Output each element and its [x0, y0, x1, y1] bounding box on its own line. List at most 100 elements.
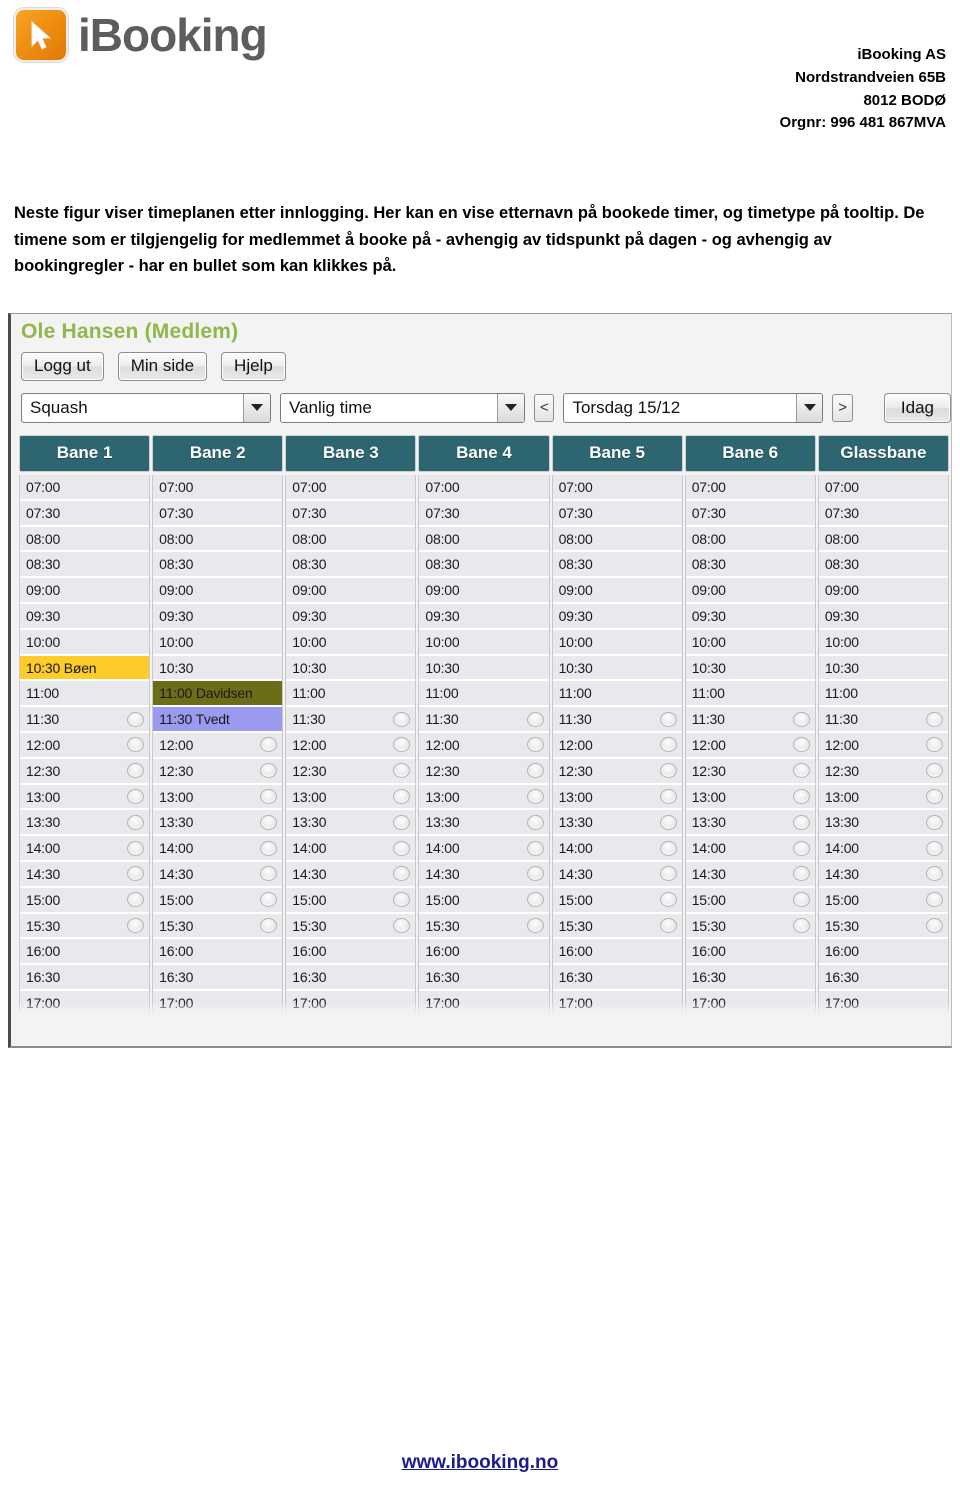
time-slot[interactable]: 09:30 [685, 604, 815, 630]
time-slot[interactable]: 08:30 [153, 552, 283, 579]
time-slot[interactable]: 08:30 [20, 552, 150, 579]
time-slot[interactable]: 15:00 [153, 887, 283, 914]
time-slot[interactable]: 09:00 [286, 578, 416, 605]
time-slot[interactable]: 11:00 [818, 681, 948, 708]
time-slot[interactable]: 11:30 [685, 707, 815, 734]
book-bullet-icon[interactable] [127, 789, 145, 805]
book-bullet-icon[interactable] [393, 918, 411, 934]
time-slot[interactable]: 14:30 [818, 862, 948, 888]
time-slot[interactable]: 09:00 [552, 578, 682, 605]
time-slot[interactable]: 10:30 [286, 655, 416, 682]
time-slot[interactable]: 15:30 [818, 913, 948, 940]
time-slot[interactable]: 16:30 [685, 965, 815, 992]
book-bullet-icon[interactable] [127, 866, 145, 882]
time-slot[interactable]: 07:00 [818, 475, 948, 501]
time-slot[interactable]: 14:30 [20, 862, 150, 888]
time-slot[interactable]: 08:30 [552, 552, 682, 579]
time-slot[interactable]: 13:00 [685, 784, 815, 811]
time-slot[interactable]: 13:30 [20, 810, 150, 837]
time-slot[interactable]: 12:00 [818, 733, 948, 759]
time-slot[interactable]: 07:00 [20, 475, 150, 501]
time-slot[interactable]: 17:00 [685, 991, 815, 1017]
book-bullet-icon[interactable] [393, 892, 411, 908]
time-slot[interactable]: 11:30 [286, 707, 416, 734]
time-slot[interactable]: 11:00 [552, 681, 682, 708]
book-bullet-icon[interactable] [659, 840, 677, 856]
time-slot[interactable]: 15:00 [552, 887, 682, 914]
book-bullet-icon[interactable] [659, 763, 677, 779]
time-slot[interactable]: 08:30 [685, 552, 815, 579]
book-bullet-icon[interactable] [526, 789, 544, 805]
time-slot[interactable]: 12:00 [419, 733, 549, 759]
book-bullet-icon[interactable] [526, 918, 544, 934]
time-slot[interactable]: 10:30 [818, 655, 948, 682]
time-slot[interactable]: 13:30 [685, 810, 815, 837]
book-bullet-icon[interactable] [393, 763, 411, 779]
chevron-down-icon[interactable] [243, 393, 270, 422]
time-slot[interactable]: 13:30 [419, 810, 549, 837]
book-bullet-icon[interactable] [925, 840, 943, 856]
time-slot[interactable]: 14:30 [685, 862, 815, 888]
book-bullet-icon[interactable] [393, 789, 411, 805]
time-slot[interactable]: 16:30 [286, 965, 416, 992]
next-day-button[interactable]: > [832, 393, 853, 422]
time-slot[interactable]: 17:00 [552, 991, 682, 1017]
time-slot[interactable]: 09:30 [153, 604, 283, 630]
time-slot[interactable]: 14:30 [286, 862, 416, 888]
time-slot[interactable]: 09:30 [20, 604, 150, 630]
time-slot[interactable]: 10:00 [419, 629, 549, 656]
time-slot[interactable]: 15:00 [20, 887, 150, 914]
time-slot[interactable]: 07:00 [419, 475, 549, 501]
date-select[interactable]: Torsdag 15/12 [563, 392, 824, 423]
time-slot[interactable]: 12:30 [286, 758, 416, 785]
time-slot[interactable]: 14:00 [20, 836, 150, 863]
book-bullet-icon[interactable] [659, 892, 677, 908]
book-bullet-icon[interactable] [925, 737, 943, 753]
time-slot[interactable]: 08:00 [286, 526, 416, 553]
today-button[interactable]: Idag [883, 392, 951, 424]
time-slot[interactable]: 16:30 [419, 965, 549, 992]
time-slot[interactable]: 15:00 [818, 887, 948, 914]
book-bullet-icon[interactable] [792, 814, 810, 830]
time-slot[interactable]: 17:00 [818, 991, 948, 1017]
book-bullet-icon[interactable] [659, 918, 677, 934]
time-slot[interactable]: 08:00 [552, 526, 682, 553]
time-slot[interactable]: 12:30 [153, 758, 283, 785]
book-bullet-icon[interactable] [659, 737, 677, 753]
book-bullet-icon[interactable] [526, 840, 544, 856]
time-slot[interactable]: 07:00 [552, 475, 682, 501]
time-slot[interactable]: 10:00 [153, 629, 283, 656]
time-slot[interactable]: 14:30 [419, 862, 549, 888]
time-slot[interactable]: 11:00 [20, 681, 150, 708]
time-slot[interactable]: 10:30 [153, 655, 283, 682]
time-slot[interactable]: 15:30 [153, 913, 283, 940]
time-slot[interactable]: 12:30 [419, 758, 549, 785]
book-bullet-icon[interactable] [260, 918, 278, 934]
book-bullet-icon[interactable] [260, 789, 278, 805]
time-slot[interactable]: 12:30 [20, 758, 150, 785]
book-bullet-icon[interactable] [127, 737, 145, 753]
time-slot[interactable]: 13:30 [818, 810, 948, 837]
time-slot[interactable]: 08:00 [153, 526, 283, 553]
time-slot[interactable]: 09:30 [552, 604, 682, 630]
time-slot[interactable]: 14:00 [419, 836, 549, 863]
activity-select[interactable]: Squash [21, 392, 271, 423]
time-slot[interactable]: 16:30 [153, 965, 283, 992]
time-slot[interactable]: 13:30 [153, 810, 283, 837]
my-page-button[interactable]: Min side [117, 352, 208, 381]
time-slot[interactable]: 14:00 [153, 836, 283, 863]
book-bullet-icon[interactable] [260, 840, 278, 856]
help-button[interactable]: Hjelp [221, 352, 286, 381]
book-bullet-icon[interactable] [393, 711, 411, 727]
time-slot[interactable]: 14:30 [552, 862, 682, 888]
time-slot[interactable]: 13:30 [286, 810, 416, 837]
time-slot[interactable]: 14:00 [552, 836, 682, 863]
time-slot[interactable]: 10:30 [419, 655, 549, 682]
book-bullet-icon[interactable] [792, 711, 810, 727]
time-slot[interactable]: 11:30 [552, 707, 682, 734]
time-slot[interactable]: 17:00 [286, 991, 416, 1017]
time-slot[interactable]: 08:30 [818, 552, 948, 579]
time-slot[interactable]: 09:00 [20, 578, 150, 605]
time-slot[interactable]: 07:00 [153, 475, 283, 501]
time-slot[interactable]: 08:00 [685, 526, 815, 553]
